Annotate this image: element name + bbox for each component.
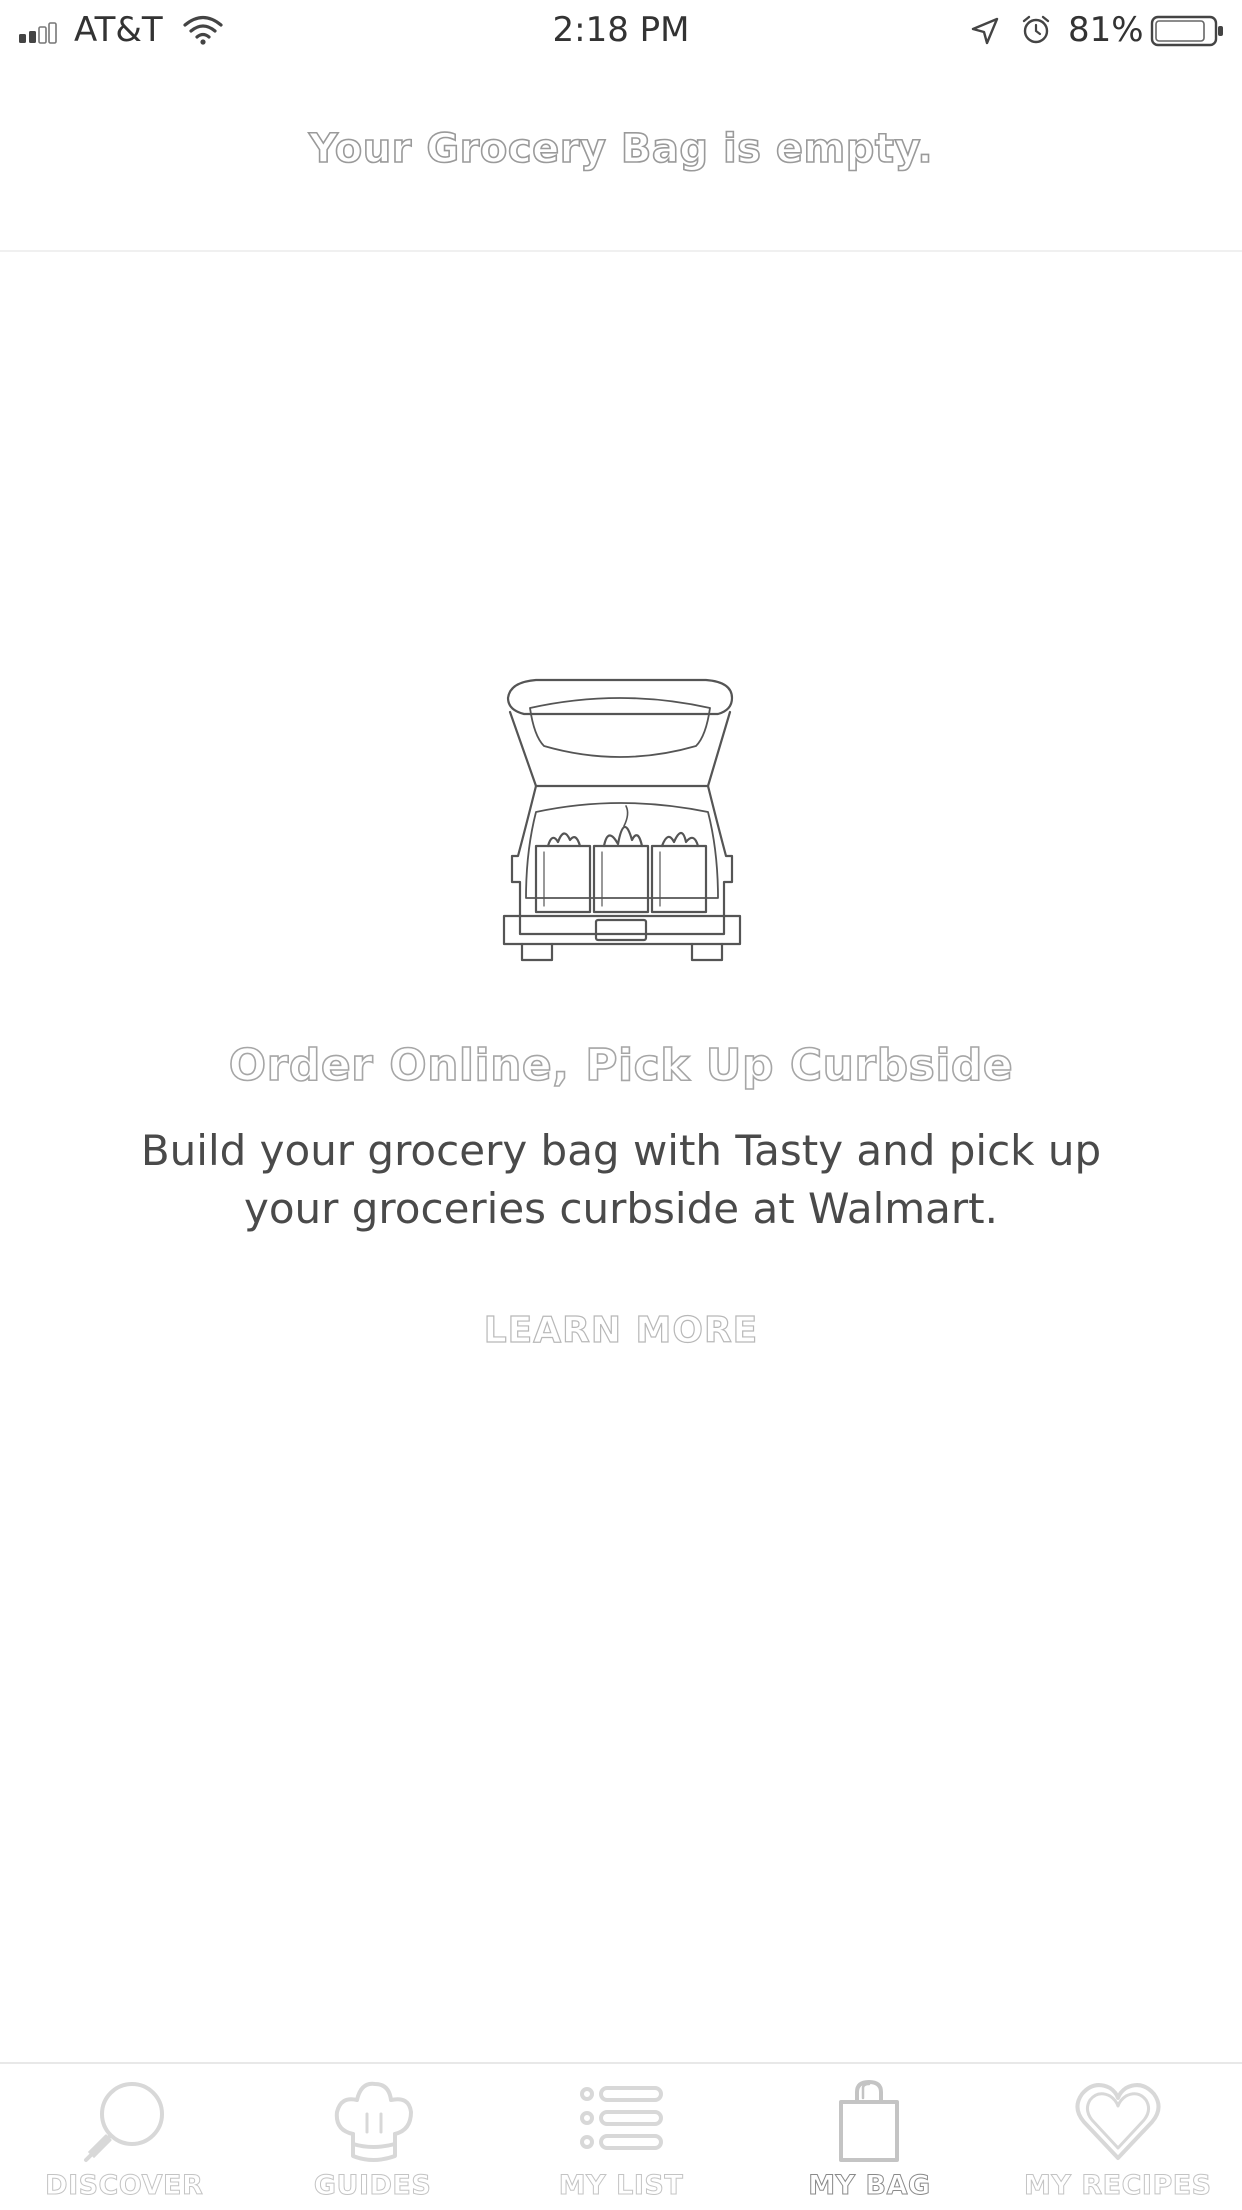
page-title: Your Grocery Bag is empty. — [308, 125, 934, 173]
tab-discover[interactable]: DISCOVER — [0, 2064, 248, 2210]
tab-guides[interactable]: GUIDES — [248, 2064, 496, 2210]
header: Your Grocery Bag is empty. — [0, 60, 1242, 252]
tab-bar: DISCOVER GUIDES MY LIST MY BAG MY RECIPE… — [0, 2062, 1242, 2210]
tab-label: GUIDES — [313, 2170, 432, 2202]
car-trunk-groceries-illustration — [502, 678, 742, 962]
tab-my-list[interactable]: MY LIST — [497, 2064, 745, 2210]
tab-my-recipes[interactable]: MY RECIPES — [994, 2064, 1242, 2210]
tab-my-bag[interactable]: MY BAG — [745, 2064, 993, 2210]
tab-label: MY RECIPES — [1024, 2170, 1212, 2202]
empty-state-title: Order Online, Pick Up Curbside — [228, 1039, 1014, 1092]
battery-icon — [1150, 15, 1223, 47]
learn-more-link[interactable]: LEARN MORE — [421, 1309, 821, 1351]
location-icon — [971, 17, 999, 45]
tab-label: MY BAG — [808, 2170, 931, 2202]
status-bar: AT&T 2:18 PM 81% — [0, 0, 1242, 60]
status-time: 2:18 PM — [552, 10, 690, 50]
empty-state-description: Build your grocery bag with Tasty and pi… — [140, 1126, 1102, 1233]
battery-percentage: 81% — [1068, 10, 1144, 50]
chef-hat-icon — [334, 2081, 413, 2162]
tab-label: MY LIST — [558, 2170, 684, 2202]
list-icon — [580, 2086, 664, 2150]
alarm-icon — [1022, 15, 1050, 44]
search-icon — [84, 2082, 165, 2162]
heart-icon — [1075, 2083, 1161, 2160]
shopping-bag-icon — [839, 2080, 900, 2162]
tab-label: DISCOVER — [45, 2170, 204, 2202]
